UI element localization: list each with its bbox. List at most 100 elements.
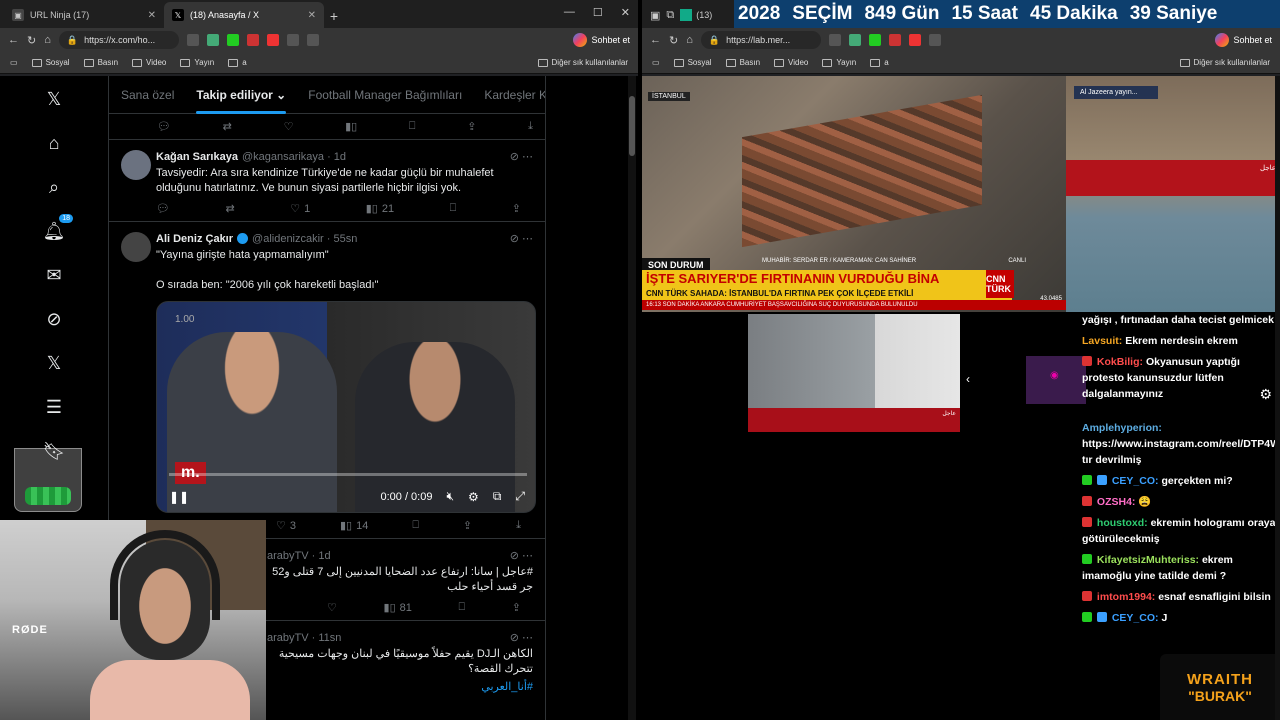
extension-icon[interactable]	[888, 34, 901, 46]
bookmark-icon[interactable]: ⎕	[412, 519, 419, 532]
video-progress-bar[interactable]	[169, 473, 527, 476]
messages-mail-icon[interactable]: ✉	[43, 264, 65, 286]
tab-count[interactable]: (13)	[696, 10, 712, 20]
extension-icon[interactable]	[868, 34, 881, 46]
aljazeera-feed[interactable]: Al Jazeera yayın... عاجل	[1066, 76, 1280, 312]
like-button[interactable]: ♡ 3	[276, 519, 296, 533]
notifications-bell-icon[interactable]: 🔔︎ 18	[43, 214, 73, 242]
extension-icon[interactable]	[306, 34, 319, 46]
secondary-news-feed[interactable]: عاجل	[748, 314, 960, 432]
avatar[interactable]	[121, 150, 151, 180]
bookmark-folder[interactable]: Sosyal	[673, 58, 712, 67]
bookmark-folder[interactable]: Sosyal	[31, 58, 70, 67]
scrollbar-thumb[interactable]	[629, 96, 635, 156]
close-window-icon[interactable]: ✕	[621, 6, 630, 19]
reload-icon[interactable]: ↻	[27, 34, 36, 47]
address-bar[interactable]: 🔒 https://lab.mer...	[700, 31, 821, 49]
like-icon[interactable]: ♡	[327, 601, 337, 614]
reload-icon[interactable]: ↻	[669, 34, 678, 47]
bookmark-toggle-icon[interactable]: ▭	[10, 58, 18, 67]
bookmark-folder[interactable]: a	[870, 58, 889, 67]
other-bookmarks[interactable]: Diğer sık kullanılanlar	[537, 58, 628, 67]
reply-icon[interactable]: 💬︎	[156, 202, 170, 215]
grok-icon[interactable]: ⊘	[43, 308, 65, 330]
bookmark-icon[interactable]: ⎕	[459, 601, 466, 614]
tweet-handle[interactable]: @alidenizcakir · 55sn	[252, 233, 357, 245]
avatar[interactable]	[121, 232, 151, 262]
close-tab-icon[interactable]: ✕	[308, 10, 316, 21]
extension-icon[interactable]	[928, 34, 941, 46]
chat-username[interactable]: houstoxd:	[1097, 517, 1148, 529]
extension-icon[interactable]	[828, 34, 841, 46]
bookmark-toggle-icon[interactable]: ▭	[652, 58, 660, 67]
tweet-hashtag[interactable]: #أنا_العربي	[267, 680, 533, 695]
chevron-left-icon[interactable]: ‹	[966, 372, 970, 386]
tab-for-you[interactable]: Sana özel	[121, 88, 174, 102]
new-tab-button[interactable]: +	[324, 8, 344, 24]
more-options-icon[interactable]: ⊘ ⋯	[510, 232, 533, 245]
views-button[interactable]: ▮▯ 81	[384, 601, 412, 615]
other-bookmarks[interactable]: Diğer sık kullanılanlar	[1179, 58, 1270, 67]
home-icon[interactable]: ⌂	[44, 34, 51, 46]
share-icon[interactable]: ⇪	[512, 601, 521, 614]
tweet-handle[interactable]: arabyTV · 11sn	[267, 632, 341, 644]
minimize-icon[interactable]: —	[564, 6, 575, 19]
back-icon[interactable]: ←	[8, 34, 19, 46]
tab-kardesler[interactable]: Kardeşler Kıra	[484, 88, 545, 102]
like-button[interactable]: ♡ 1	[290, 202, 310, 216]
extension-icon[interactable]	[848, 34, 861, 46]
more-options-icon[interactable]: ⊘ ⋯	[510, 631, 533, 644]
tab-actions-icon[interactable]: ▣	[650, 9, 660, 22]
chat-username[interactable]: imtom1994:	[1097, 591, 1155, 603]
tweet[interactable]: Ali Deniz Çakır @alidenizcakir · 55sn ⊘ …	[109, 222, 545, 539]
extension-icon[interactable]	[286, 34, 299, 46]
extension-icon[interactable]	[226, 34, 239, 46]
views-button[interactable]: ▮▯ 14	[340, 519, 368, 533]
tab-following[interactable]: Takip ediliyor ⌄	[196, 88, 286, 114]
tweet-handle[interactable]: arabyTV · 1d	[267, 550, 331, 562]
workspaces-icon[interactable]: ⧉	[666, 9, 674, 22]
address-bar[interactable]: 🔒 https://x.com/ho...	[58, 31, 179, 49]
maximize-icon[interactable]: ☐	[593, 6, 603, 19]
bookmark-folder[interactable]: a	[228, 58, 247, 67]
search-icon[interactable]: ⌕	[43, 176, 65, 198]
pip-icon[interactable]: ⧉	[493, 489, 502, 504]
close-tab-icon[interactable]: ✕	[148, 10, 156, 21]
settings-gear-icon[interactable]: ⚙	[468, 490, 479, 504]
mute-icon[interactable]: 🔇︎	[446, 489, 454, 504]
reply-icon[interactable]: 💬︎	[157, 120, 171, 133]
share-icon[interactable]: ⇪	[512, 202, 521, 215]
copilot-button[interactable]: Sohbet et	[1215, 33, 1272, 47]
download-icon[interactable]: ⤓	[516, 519, 521, 532]
tab-url-ninja[interactable]: ▣ URL Ninja (17) ✕	[4, 2, 164, 28]
chat-username[interactable]: CEY_CO:	[1112, 475, 1159, 487]
chat-username[interactable]: CEY_CO:	[1112, 612, 1159, 624]
chat-username[interactable]: Amplehyperion:	[1082, 422, 1162, 434]
aljazeera-live-label[interactable]: Al Jazeera yayın...	[1074, 86, 1158, 99]
extension-icon[interactable]	[186, 34, 199, 46]
more-options-icon[interactable]: ⊘ ⋯	[510, 549, 533, 562]
repost-icon[interactable]: ⇄	[225, 202, 234, 215]
repost-icon[interactable]: ⇄	[223, 120, 232, 133]
cnn-turk-feed[interactable]: İSTANBUL SON DURUM MUHABİR: SERDAR ER / …	[642, 76, 1066, 312]
more-options-icon[interactable]: ⊘ ⋯	[510, 150, 533, 163]
chat-username[interactable]: OZSH4:	[1097, 496, 1136, 508]
bookmark-icon[interactable]: ⎕	[409, 120, 416, 133]
chat-username[interactable]: KokBilig:	[1097, 356, 1143, 368]
chat-username[interactable]: KifayetsizMuhteriss:	[1097, 554, 1199, 566]
bookmark-folder[interactable]: Video	[774, 58, 808, 67]
bookmark-folder[interactable]: Basın	[83, 58, 118, 67]
extension-icon[interactable]	[266, 34, 279, 46]
scrollbar[interactable]	[628, 76, 636, 720]
tab-football-manager[interactable]: Football Manager Bağımlıları	[308, 88, 462, 102]
extension-icon[interactable]	[246, 34, 259, 46]
bookmark-folder[interactable]: Video	[132, 58, 166, 67]
bookmark-folder[interactable]: Yayın	[822, 58, 856, 67]
views-icon[interactable]: ▮▯	[345, 120, 357, 133]
x-logo-icon[interactable]: 𝕏	[43, 88, 65, 110]
bookmark-folder[interactable]: Yayın	[180, 58, 214, 67]
tweet-author-name[interactable]: Ali Deniz Çakır	[156, 233, 233, 245]
share-icon[interactable]: ⇪	[463, 519, 472, 532]
extension-icon[interactable]	[908, 34, 921, 46]
tweet-author-name[interactable]: Kağan Sarıkaya	[156, 151, 238, 163]
